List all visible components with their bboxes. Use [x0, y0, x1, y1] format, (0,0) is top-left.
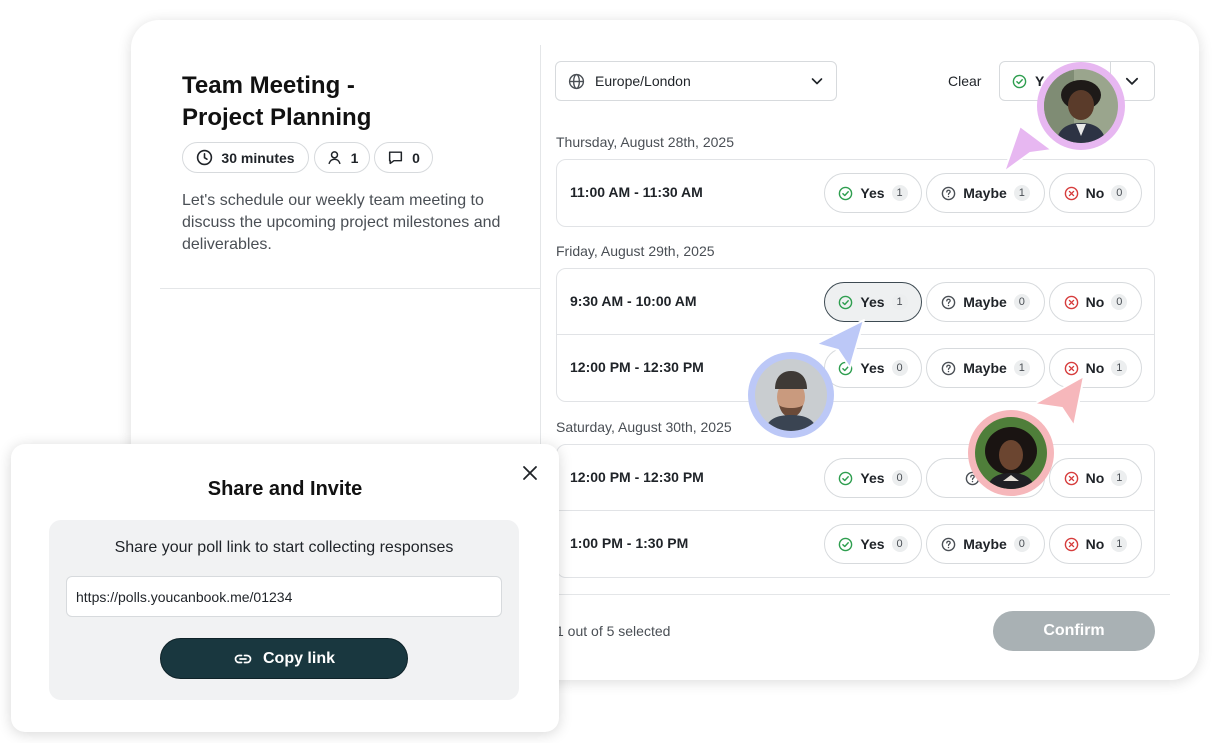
event-title: Team Meeting - Project Planning — [182, 72, 372, 131]
yes-count: 0 — [891, 470, 908, 486]
date-heading: Friday, August 29th, 2025 — [556, 243, 715, 259]
comment-icon — [389, 151, 403, 165]
date-heading: Thursday, August 28th, 2025 — [556, 134, 734, 150]
check-circle-icon — [839, 295, 853, 309]
confirm-button[interactable]: Confirm — [993, 611, 1155, 651]
person-icon — [328, 151, 341, 165]
avatar-photo — [975, 417, 1047, 489]
no-count: 1 — [1111, 360, 1128, 376]
avatar-photo — [1044, 69, 1118, 143]
time-slot-row: 11:00 AM - 11:30 AM Yes 1 Maybe 1 No 0 — [557, 160, 1154, 226]
duration-chip: 30 minutes — [182, 142, 309, 173]
x-circle-icon — [1064, 295, 1078, 309]
timezone-select[interactable]: Europe/London — [555, 61, 837, 101]
maybe-count: 0 — [1013, 294, 1030, 310]
check-circle-icon — [839, 471, 853, 485]
no-button[interactable]: No 1 — [1049, 524, 1142, 564]
maybe-count: 1 — [1013, 360, 1030, 376]
time-slot-row: 1:00 PM - 1:30 PM Yes 0 Maybe 0 No 1 — [557, 511, 1154, 577]
question-circle-icon — [941, 186, 956, 200]
event-description: Let's schedule our weekly team meeting t… — [182, 192, 501, 253]
clock-icon — [197, 149, 213, 166]
no-button[interactable]: No 0 — [1049, 282, 1142, 322]
left-divider — [160, 288, 540, 289]
no-count: 1 — [1111, 536, 1128, 552]
no-count: 0 — [1111, 185, 1128, 201]
close-icon[interactable] — [520, 463, 540, 483]
slot-time: 11:00 AM - 11:30 AM — [570, 184, 703, 200]
maybe-count: 0 — [1013, 536, 1030, 552]
chevron-down-icon — [811, 78, 823, 85]
slot-time: 12:00 PM - 12:30 PM — [570, 359, 704, 375]
x-circle-icon — [1064, 471, 1078, 485]
yes-count: 0 — [891, 536, 908, 552]
maybe-button[interactable]: Maybe 0 — [926, 524, 1045, 564]
maybe-button[interactable]: Maybe 1 — [926, 173, 1045, 213]
slot-group: 12:00 PM - 12:30 PM Yes0 Ma No1 1:00 PM … — [556, 444, 1155, 578]
yes-count: 1 — [891, 185, 908, 201]
slot-time: 9:30 AM - 10:00 AM — [570, 293, 697, 309]
check-circle-icon — [839, 186, 853, 200]
link-icon — [234, 654, 252, 663]
yes-count: 0 — [891, 360, 908, 376]
comments-chip: 0 — [374, 142, 433, 173]
yes-button[interactable]: Yes 0 — [824, 458, 922, 498]
yes-button[interactable]: Yes 1 — [824, 173, 922, 213]
clear-button[interactable]: Clear — [948, 73, 981, 89]
maybe-count: 1 — [1013, 185, 1030, 201]
modal-title: Share and Invite — [207, 478, 363, 500]
x-circle-icon — [1064, 186, 1078, 200]
globe-icon — [568, 73, 585, 89]
avatar — [1037, 62, 1125, 150]
share-invite-modal: Share and Invite Share your poll link to… — [11, 444, 559, 732]
timezone-value: Europe/London — [595, 73, 691, 89]
avatar — [968, 410, 1054, 496]
no-count: 0 — [1111, 294, 1128, 310]
check-circle-icon — [1012, 74, 1027, 88]
participants-chip: 1 — [314, 142, 370, 173]
no-count: 1 — [1111, 470, 1128, 486]
slot-time: 1:00 PM - 1:30 PM — [570, 535, 689, 551]
x-circle-icon — [1064, 537, 1078, 551]
no-button[interactable]: No 0 — [1049, 173, 1142, 213]
time-slot-row: 12:00 PM - 12:30 PM Yes0 Ma No1 — [557, 445, 1154, 511]
no-button[interactable]: No 1 — [1049, 458, 1142, 498]
chevron-down-icon[interactable] — [1124, 73, 1140, 89]
question-circle-icon — [941, 361, 956, 375]
slot-group: 11:00 AM - 11:30 AM Yes 1 Maybe 1 No 0 — [556, 159, 1155, 227]
maybe-button[interactable]: Maybe 1 — [926, 348, 1045, 388]
question-circle-icon — [941, 537, 956, 551]
share-instructions: Share your poll link to start collecting… — [114, 539, 454, 556]
maybe-button[interactable]: Maybe 0 — [926, 282, 1045, 322]
avatar — [748, 352, 834, 438]
avatar-photo — [755, 359, 827, 431]
poll-link-input[interactable] — [66, 576, 502, 617]
yes-button[interactable]: Yes 0 — [824, 524, 922, 564]
check-circle-icon — [839, 537, 853, 551]
copy-link-label: Copy link — [262, 649, 335, 667]
copy-link-button[interactable]: Copy link — [160, 638, 408, 679]
yes-count: 1 — [891, 294, 908, 310]
question-circle-icon — [941, 295, 956, 309]
selection-count: 1 out of 5 selected — [556, 623, 671, 639]
footer-divider — [556, 594, 1170, 595]
date-heading: Saturday, August 30th, 2025 — [556, 419, 732, 435]
share-panel: Share your poll link to start collecting… — [49, 520, 519, 700]
slot-time: 12:00 PM - 12:30 PM — [570, 469, 704, 485]
